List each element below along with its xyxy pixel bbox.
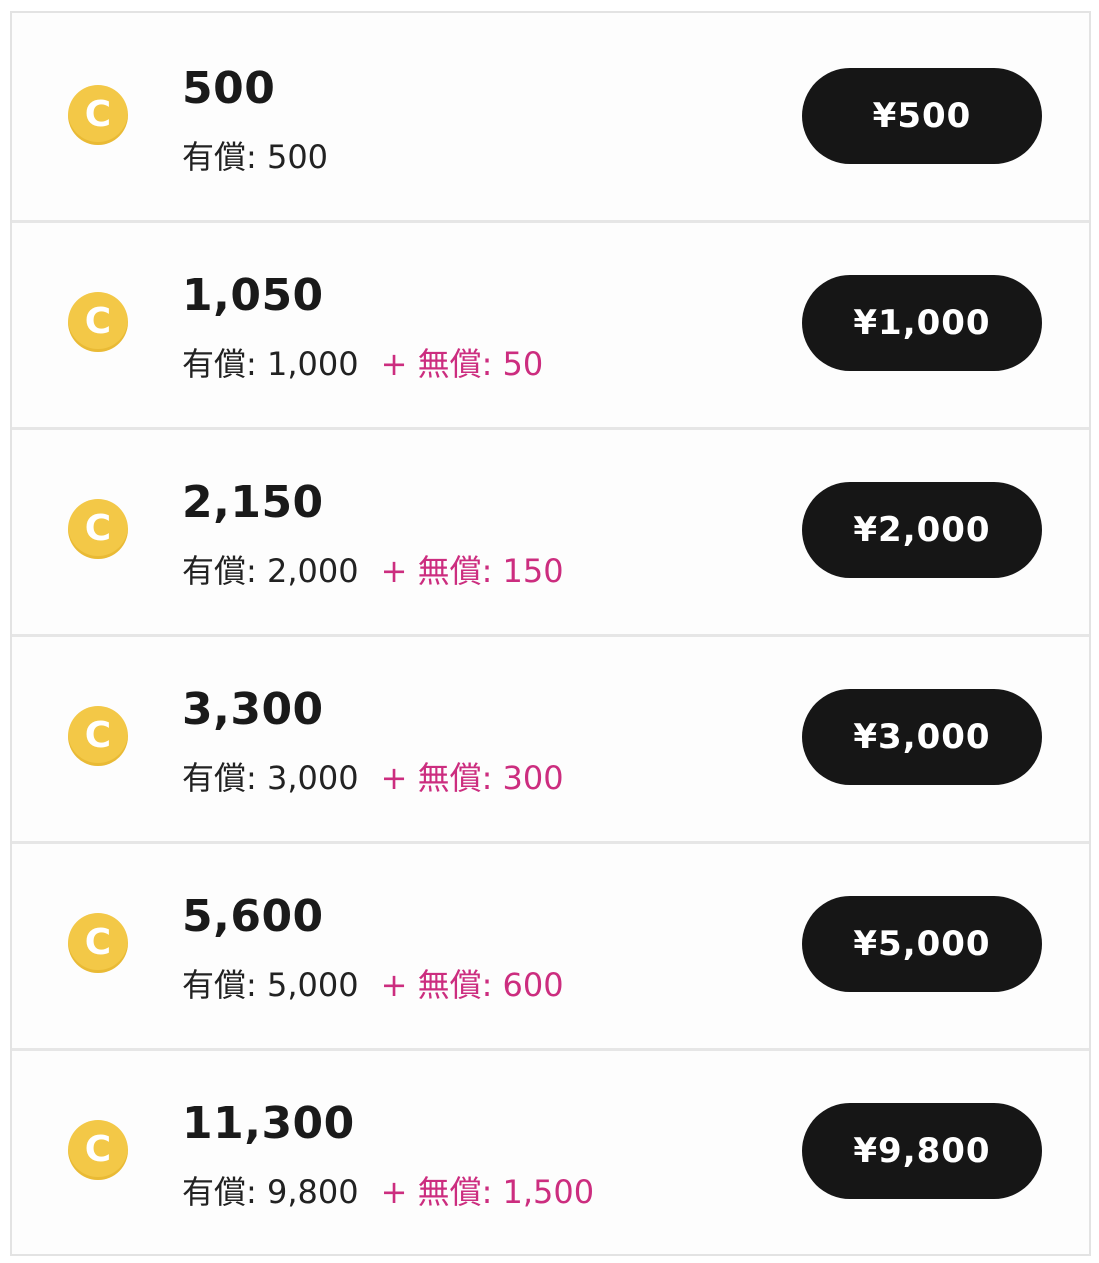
buy-button-500[interactable]: ¥500	[802, 68, 1042, 164]
coin-icon: C	[68, 292, 128, 352]
coin-package-row: C 2,150 有償: 2,000 + 無償: 150 ¥2,000	[12, 427, 1089, 634]
coin-icon-letter: C	[84, 715, 112, 756]
coin-icon-letter: C	[84, 94, 112, 135]
coin-breakdown: 有償: 9,800 + 無償: 1,500	[182, 1172, 594, 1212]
coin-package-row: C 1,050 有償: 1,000 + 無償: 50 ¥1,000	[12, 220, 1089, 427]
coin-breakdown: 有償: 5,000 + 無償: 600	[182, 965, 564, 1005]
coin-package-row: C 3,300 有償: 3,000 + 無償: 300 ¥3,000	[12, 634, 1089, 841]
coin-icon: C	[68, 706, 128, 766]
paid-coins-label: 有償: 3,000	[182, 759, 359, 797]
coin-package-row: C 500 有償: 500 ¥500	[12, 13, 1089, 220]
paid-coins-label: 有償: 9,800	[182, 1173, 359, 1211]
buy-button-1000[interactable]: ¥1,000	[802, 275, 1042, 371]
coin-breakdown: 有償: 3,000 + 無償: 300	[182, 758, 564, 798]
coin-icon-letter: C	[84, 922, 112, 963]
coin-icon-letter: C	[84, 508, 112, 549]
paid-coins-label: 有償: 2,000	[182, 552, 359, 590]
coin-breakdown: 有償: 1,000 + 無償: 50	[182, 344, 543, 384]
coin-icon: C	[68, 499, 128, 559]
buy-button-2000[interactable]: ¥2,000	[802, 482, 1042, 578]
paid-coins-label: 有償: 1,000	[182, 345, 359, 383]
free-coins-label: + 無償: 50	[380, 345, 544, 383]
coin-amount: 5,600	[182, 891, 324, 942]
coin-icon: C	[68, 1120, 128, 1180]
coin-package-list: C 500 有償: 500 ¥500 C 1,050 有償: 1,000 + 無償…	[10, 11, 1091, 1256]
free-coins-label: + 無償: 150	[380, 552, 564, 590]
paid-coins-label: 有償: 500	[182, 138, 329, 176]
free-coins-label: + 無償: 1,500	[380, 1173, 595, 1211]
coin-package-row: C 11,300 有償: 9,800 + 無償: 1,500 ¥9,800	[12, 1048, 1089, 1255]
buy-button-3000[interactable]: ¥3,000	[802, 689, 1042, 785]
paid-coins-label: 有償: 5,000	[182, 966, 359, 1004]
coin-amount: 3,300	[182, 684, 324, 735]
coin-icon-letter: C	[84, 301, 112, 342]
coin-breakdown: 有償: 2,000 + 無償: 150	[182, 551, 564, 591]
coin-amount: 2,150	[182, 477, 324, 528]
coin-icon-letter: C	[84, 1129, 112, 1170]
free-coins-label: + 無償: 300	[380, 759, 564, 797]
coin-package-row: C 5,600 有償: 5,000 + 無償: 600 ¥5,000	[12, 841, 1089, 1048]
coin-icon: C	[68, 913, 128, 973]
coin-breakdown: 有償: 500	[182, 137, 350, 177]
free-coins-label: + 無償: 600	[380, 966, 564, 1004]
coin-amount: 500	[182, 63, 276, 114]
coin-icon: C	[68, 85, 128, 145]
coin-amount: 11,300	[182, 1098, 355, 1149]
buy-button-5000[interactable]: ¥5,000	[802, 896, 1042, 992]
coin-amount: 1,050	[182, 270, 324, 321]
buy-button-9800[interactable]: ¥9,800	[802, 1103, 1042, 1199]
